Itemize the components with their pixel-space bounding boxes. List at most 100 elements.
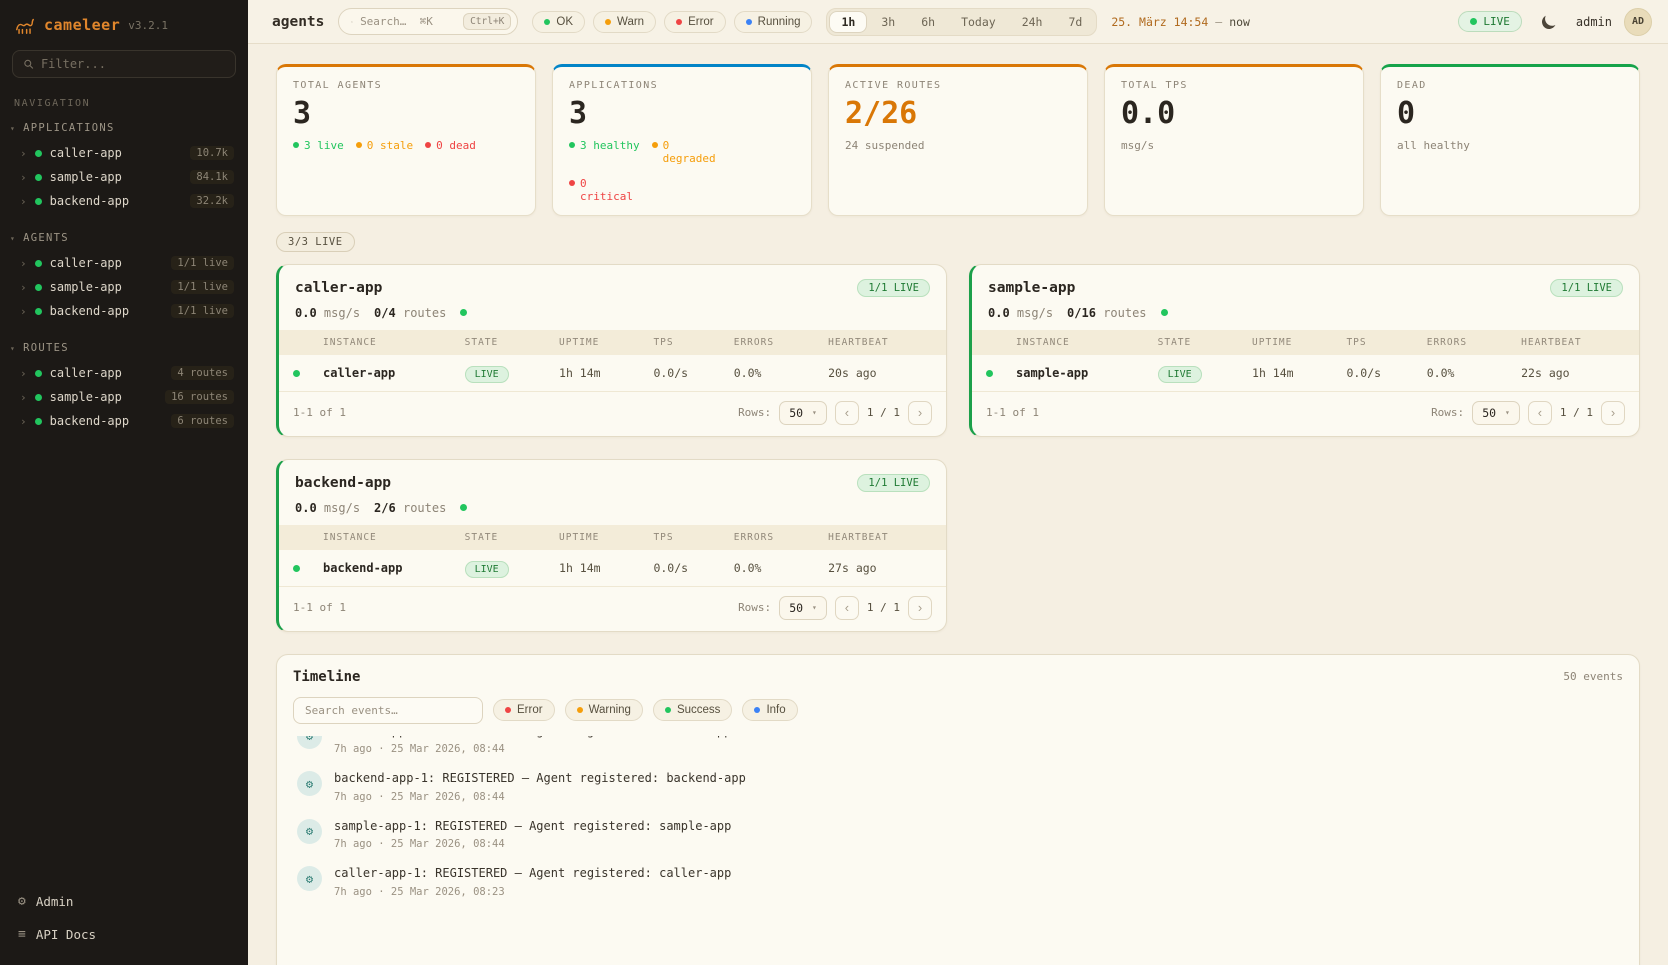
tps-unit: msg/s (1017, 306, 1053, 320)
rows-label: Rows: (1431, 406, 1464, 419)
timeline-filter-info[interactable]: Info (742, 699, 797, 721)
prev-page-button[interactable]: ‹ (835, 401, 859, 425)
next-page-button[interactable]: › (908, 596, 932, 620)
rows-value: 50 (1482, 406, 1496, 420)
chip-label: Warn (617, 16, 644, 28)
col-errors: ERRORS (1427, 337, 1521, 348)
prev-page-button[interactable]: ‹ (835, 596, 859, 620)
sidebar-item-routes-caller-app[interactable]: › caller-app 4 routes (0, 361, 248, 385)
event-text: caller-app-1: REGISTERED — Agent registe… (334, 866, 731, 882)
sidebar-section-head-routes[interactable]: ▾ ROUTES (0, 339, 248, 361)
page-indicator: 1 / 1 (867, 601, 900, 614)
sidebar-section-head-agents[interactable]: ▾ AGENTS (0, 229, 248, 251)
timeline-filter-success[interactable]: Success (653, 699, 732, 721)
sidebar-item-agents-backend-app[interactable]: › backend-app 1/1 live (0, 299, 248, 323)
section-label: ROUTES (23, 342, 69, 354)
avatar[interactable]: AD (1624, 8, 1652, 36)
cell-errors: 0.0% (734, 366, 828, 380)
timeline-search[interactable] (293, 697, 483, 724)
sidebar-section-head-applications[interactable]: ▾ APPLICATIONS (0, 119, 248, 141)
live-label: LIVE (1483, 15, 1510, 28)
range-button-24h[interactable]: 24h (1010, 11, 1055, 33)
stats-row: TOTAL AGENTS 3 3 live 0 stale 0 dead APP… (276, 64, 1640, 216)
sidebar-item-applications-backend-app[interactable]: › backend-app 32.2k (0, 189, 248, 213)
app-card-title: caller-app (295, 280, 382, 296)
moon-icon (1540, 13, 1558, 31)
sidebar-filter[interactable] (12, 50, 236, 78)
stat-sub-text: 24 suspended (845, 139, 924, 152)
chip-label: Running (758, 16, 801, 28)
routes-value: 2/6 (374, 501, 396, 515)
col-tps: TPS (653, 337, 733, 348)
instance-row[interactable]: caller-app LIVE 1h 14m 0.0/s 0.0% 20s ag… (279, 355, 946, 392)
filter-chip-ok[interactable]: OK (532, 11, 585, 33)
timeline-event-list[interactable]: ⚙ caller-app-1: REGISTERED — Agent regis… (293, 736, 1623, 965)
status-dot (746, 19, 752, 25)
filter-chip-warn[interactable]: Warn (593, 11, 656, 33)
routes-value: 0/16 (1067, 306, 1096, 320)
global-search-input[interactable] (360, 15, 456, 28)
col-errors: ERRORS (734, 337, 828, 348)
sidebar-item-agents-caller-app[interactable]: › caller-app 1/1 live (0, 251, 248, 275)
stat-sub-text: 0 stale (367, 139, 413, 152)
routes-label: routes (403, 501, 446, 515)
nav-section-label: NAVIGATION (0, 78, 248, 119)
status-dot (569, 180, 575, 186)
status-dot (665, 707, 671, 713)
rows-per-page-select[interactable]: 50▾ (1472, 401, 1520, 425)
filter-chip-error[interactable]: Error (664, 11, 726, 33)
range-button-today[interactable]: Today (949, 11, 1008, 33)
sidebar-item-api-docs[interactable]: ≡ API Docs (0, 918, 248, 951)
status-dot (1470, 18, 1477, 25)
sidebar-item-routes-sample-app[interactable]: › sample-app 16 routes (0, 385, 248, 409)
sidebar-item-applications-sample-app[interactable]: › sample-app 84.1k (0, 165, 248, 189)
next-page-button[interactable]: › (908, 401, 932, 425)
filter-chip-running[interactable]: Running (734, 11, 813, 33)
timeline-search-input[interactable] (305, 704, 471, 717)
date-range-display[interactable]: 25. März 14:54 — now (1111, 15, 1250, 29)
routes-label: routes (403, 306, 446, 320)
timeline-filter-warning[interactable]: Warning (565, 699, 643, 721)
range-button-1h[interactable]: 1h (829, 11, 867, 33)
sidebar-item-applications-caller-app[interactable]: › caller-app 10.7k (0, 141, 248, 165)
range-button-3h[interactable]: 3h (869, 11, 907, 33)
rows-label: Rows: (738, 406, 771, 419)
col-errors: ERRORS (734, 532, 828, 543)
sidebar-item-agents-sample-app[interactable]: › sample-app 1/1 live (0, 275, 248, 299)
instance-row[interactable]: sample-app LIVE 1h 14m 0.0/s 0.0% 22s ag… (972, 355, 1639, 392)
timeline-filter-error[interactable]: Error (493, 699, 555, 721)
prev-page-button[interactable]: ‹ (1528, 401, 1552, 425)
sidebar-section-applications: ▾ APPLICATIONS › caller-app 10.7k › samp… (0, 119, 248, 213)
timeline-event: ⚙ sample-app-1: REGISTERED — Agent regis… (293, 811, 1623, 859)
event-time: 7h ago · 25 Mar 2026, 08:44 (334, 838, 731, 850)
table-footer: 1-1 of 1 Rows: 50▾ ‹ 1 / 1 › (972, 392, 1639, 436)
range-separator: — (1215, 15, 1222, 29)
sidebar-item-label: sample-app (50, 280, 122, 294)
caret-down-icon: ▾ (10, 234, 16, 243)
range-from: 25. März 14:54 (1111, 15, 1208, 29)
stat-card-active-routes: ACTIVE ROUTES 2/26 24 suspended (828, 64, 1088, 216)
cell-errors: 0.0% (1427, 366, 1521, 380)
sidebar-item-admin[interactable]: ⚙ Admin (0, 885, 248, 918)
rows-per-page-select[interactable]: 50▾ (779, 596, 827, 620)
rows-per-page-select[interactable]: 50▾ (779, 401, 827, 425)
instance-table-header: INSTANCE STATE UPTIME TPS ERRORS HEARTBE… (279, 330, 946, 355)
global-search[interactable]: Ctrl+K (338, 8, 518, 35)
event-time: 7h ago · 25 Mar 2026, 08:44 (334, 791, 746, 803)
sidebar-item-badge: 1/1 live (171, 280, 234, 294)
dark-mode-toggle[interactable] (1534, 7, 1564, 37)
status-dot (35, 370, 42, 377)
cell-heartbeat: 20s ago (828, 366, 932, 380)
timeline-controls: Error Warning Success Info (293, 697, 1623, 724)
sidebar-filter-input[interactable] (41, 57, 225, 71)
event-text: caller-app-1: REGISTERED — Agent registe… (334, 736, 731, 740)
cell-errors: 0.0% (734, 561, 828, 575)
sidebar-item-routes-backend-app[interactable]: › backend-app 6 routes (0, 409, 248, 433)
cell-heartbeat: 22s ago (1521, 366, 1625, 380)
instance-row[interactable]: backend-app LIVE 1h 14m 0.0/s 0.0% 27s a… (279, 550, 946, 587)
status-dot (356, 142, 362, 148)
sidebar-item-badge: 6 routes (171, 414, 234, 428)
range-button-7d[interactable]: 7d (1056, 11, 1094, 33)
range-button-6h[interactable]: 6h (909, 11, 947, 33)
next-page-button[interactable]: › (1601, 401, 1625, 425)
